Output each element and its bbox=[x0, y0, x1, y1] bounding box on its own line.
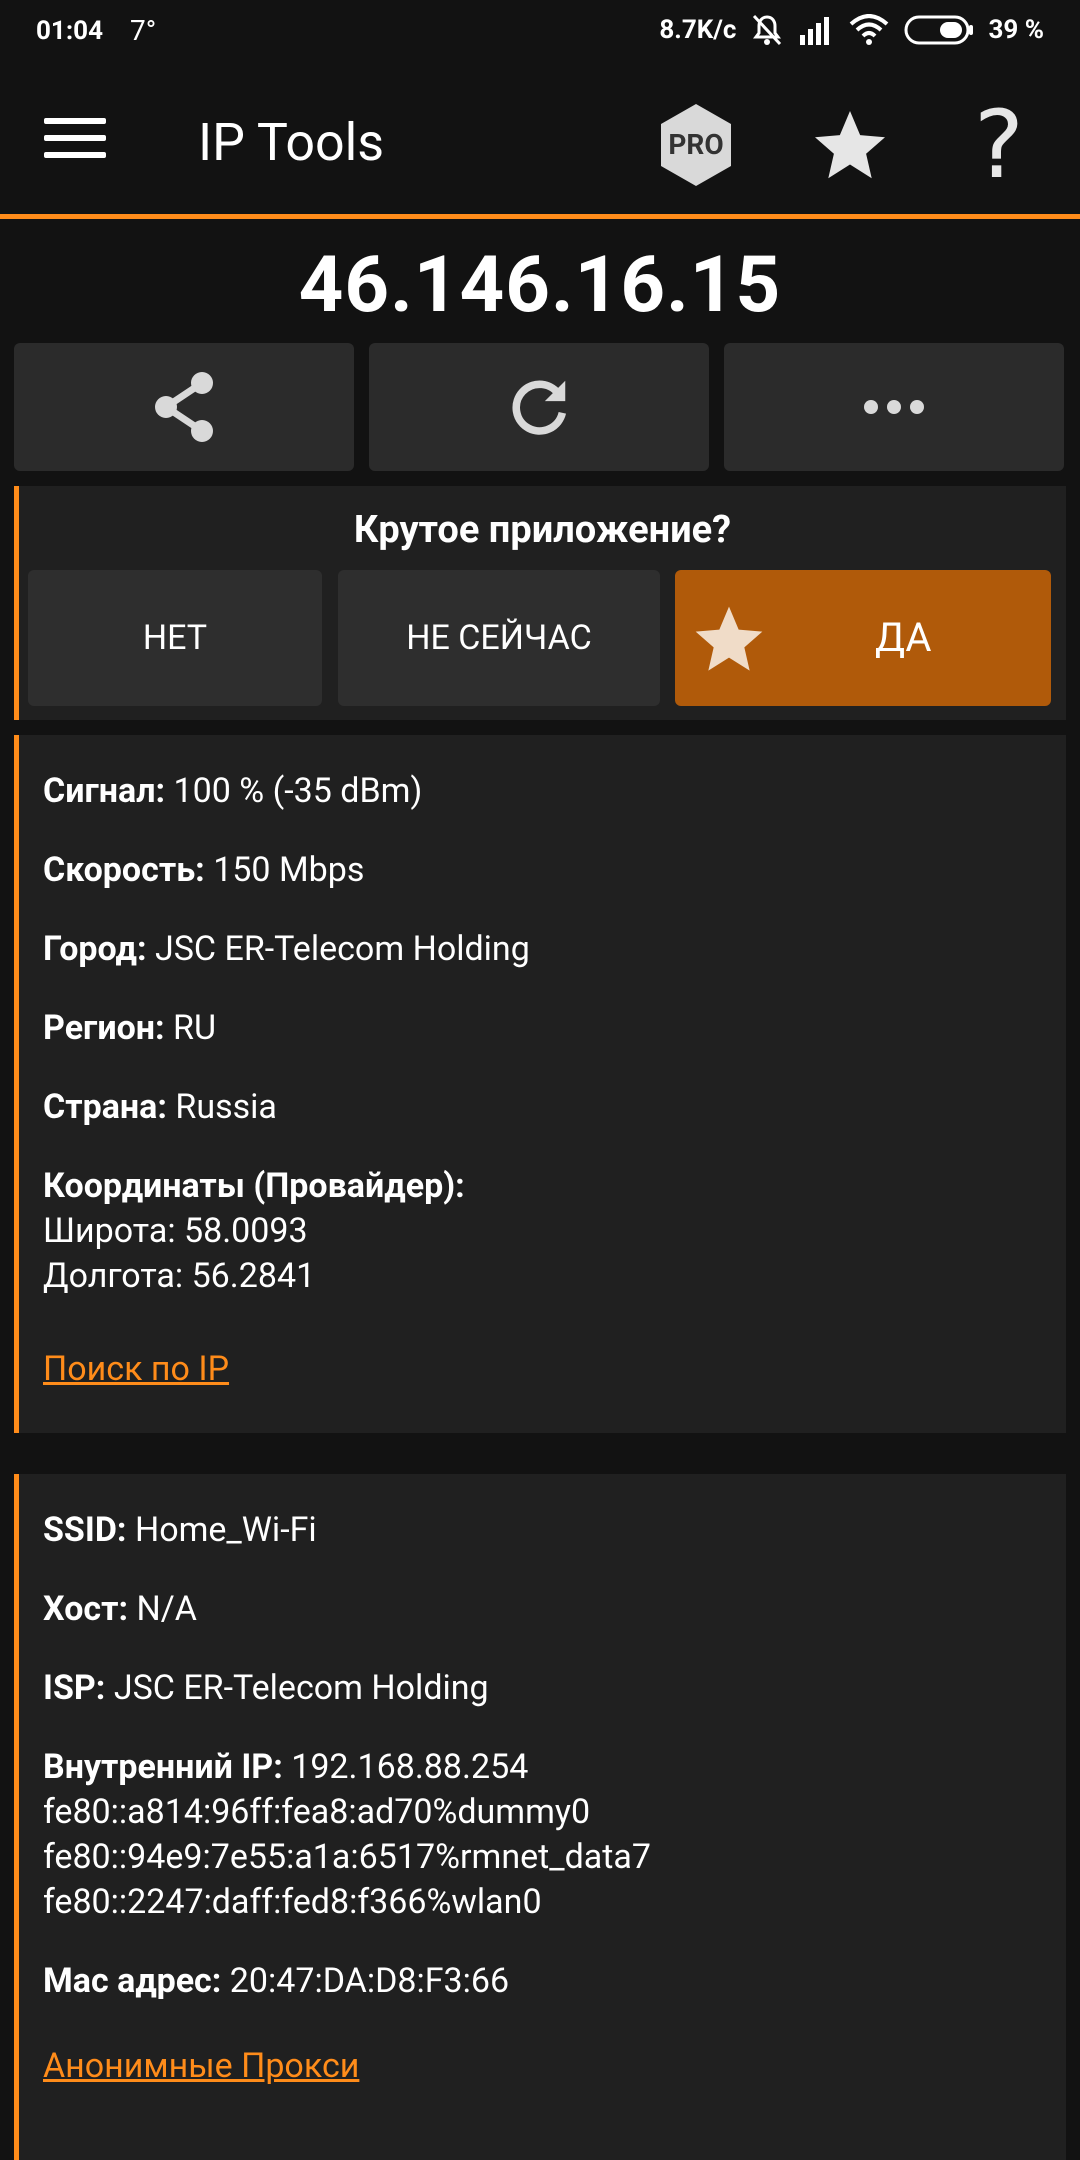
pro-badge-button[interactable]: PRO bbox=[658, 102, 734, 188]
share-icon bbox=[155, 372, 213, 442]
rate-no-button[interactable]: НЕТ bbox=[28, 570, 322, 706]
favorite-star-icon[interactable] bbox=[808, 104, 892, 188]
isp-row: ISP: JSC ER-Telecom Holding bbox=[43, 1668, 489, 1708]
pro-label: PRO bbox=[668, 128, 724, 161]
status-temperature: 7° bbox=[130, 14, 157, 47]
connection-info-card: Сигнал: 100 % (-35 dBm) Скорость: 150 Mb… bbox=[14, 735, 1066, 1433]
network-info-card: SSID: Home_Wi-Fi Хост: N/A ISP: JSC ER-T… bbox=[14, 1474, 1066, 2160]
signal-row: Сигнал: 100 % (-35 dBm) bbox=[43, 771, 423, 811]
refresh-button[interactable] bbox=[369, 343, 709, 471]
ssid-row: SSID: Home_Wi-Fi bbox=[43, 1510, 317, 1550]
star-icon bbox=[695, 606, 763, 671]
coordinates-row: Координаты (Провайдер): Широта: 58.0093 … bbox=[43, 1166, 465, 1296]
longitude: Долгота: 56.2841 bbox=[43, 1256, 316, 1296]
signal-icon bbox=[798, 15, 834, 45]
battery-percent: 39 % bbox=[988, 15, 1044, 45]
speed-row: Скорость: 150 Mbps bbox=[43, 850, 365, 890]
ipv6-address: fe80::94e9:7e55:a1a:6517%rmnet_data7 bbox=[43, 1837, 651, 1877]
status-right-group: 8.7K/c 39 % bbox=[659, 14, 1044, 46]
app-bar: IP Tools PRO ? bbox=[0, 66, 1080, 216]
rate-later-button[interactable]: НЕ СЕЙЧАС bbox=[338, 570, 660, 706]
rate-question: Крутое приложение? bbox=[353, 508, 732, 552]
rate-later-label: НЕ СЕЙЧАС bbox=[406, 618, 592, 658]
more-options-button[interactable] bbox=[724, 343, 1064, 471]
ip-address: 46.146.16.15 bbox=[298, 240, 782, 331]
anonymous-proxy-link[interactable]: Анонимные Прокси bbox=[43, 2046, 359, 2086]
app-title: IP Tools bbox=[198, 112, 385, 173]
rate-yes-label: ДА bbox=[875, 614, 932, 661]
help-icon[interactable]: ? bbox=[974, 98, 1036, 194]
internal-ip-row: Внутренний IP: 192.168.88.254 fe80::a814… bbox=[43, 1747, 651, 1922]
rate-app-card: Крутое приложение? НЕТ НЕ СЕЙЧАС ДА bbox=[14, 486, 1066, 720]
rate-yes-button[interactable]: ДА bbox=[675, 570, 1051, 706]
battery-icon bbox=[904, 14, 974, 46]
ip-lookup-link[interactable]: Поиск по IP bbox=[43, 1349, 229, 1389]
refresh-icon bbox=[512, 380, 567, 435]
ipv6-address: fe80::2247:daff:fed8:f366%wlan0 bbox=[43, 1882, 542, 1922]
latitude: Широта: 58.0093 bbox=[43, 1211, 308, 1251]
share-button[interactable] bbox=[14, 343, 354, 471]
more-dots-icon bbox=[864, 400, 924, 414]
wifi-icon bbox=[848, 14, 890, 46]
appbar-divider bbox=[0, 214, 1080, 219]
region-row: Регион: RU bbox=[43, 1008, 217, 1048]
menu-icon[interactable] bbox=[44, 118, 106, 168]
status-time: 01:04 bbox=[36, 16, 103, 46]
country-row: Страна: Russia bbox=[43, 1087, 277, 1127]
status-bar: 01:04 7° 8.7K/c 39 % bbox=[0, 0, 1080, 66]
ipv6-address: fe80::a814:96ff:fea8:ad70%dummy0 bbox=[43, 1792, 591, 1832]
rate-no-label: НЕТ bbox=[142, 618, 208, 658]
host-row: Хост: N/A bbox=[43, 1589, 197, 1629]
mute-bell-icon bbox=[750, 14, 784, 46]
mac-row: Mac адрес: 20:47:DA:D8:F3:66 bbox=[43, 1961, 510, 2001]
city-row: Город: JSC ER-Telecom Holding bbox=[43, 929, 530, 969]
net-speed: 8.7K/c bbox=[659, 15, 737, 45]
